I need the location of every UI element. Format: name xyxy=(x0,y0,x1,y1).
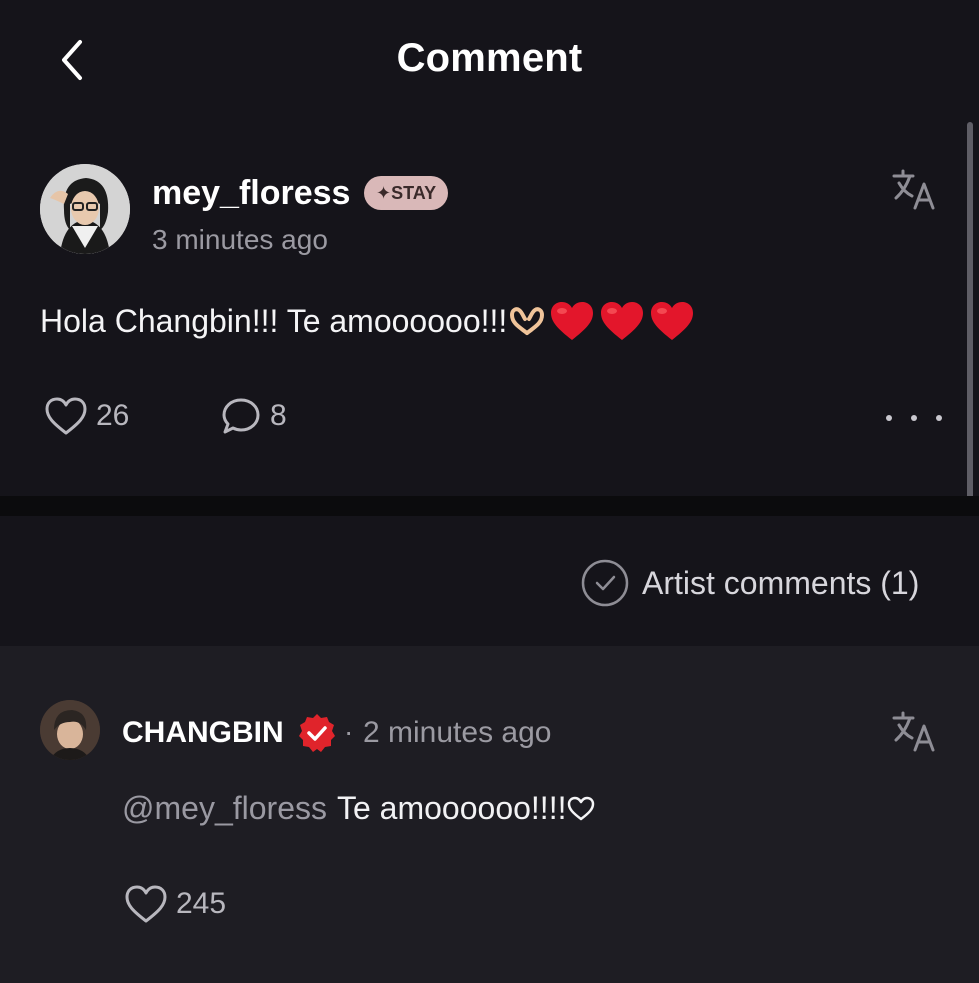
artist-avatar[interactable] xyxy=(40,700,100,760)
check-circle-icon xyxy=(581,559,629,607)
artist-comments-label: Artist comments (1) xyxy=(642,564,920,601)
timestamp: 3 minutes ago xyxy=(152,224,328,255)
avatar[interactable] xyxy=(40,164,130,254)
verified-icon xyxy=(299,714,335,752)
like-count: 26 xyxy=(96,399,130,432)
translate-icon xyxy=(892,169,935,210)
comment-icon xyxy=(222,398,260,434)
fan-badge: ✦STAY xyxy=(364,176,449,210)
heart-icon xyxy=(45,397,87,435)
white-heart-emoji xyxy=(568,796,595,820)
translate-icon xyxy=(892,711,935,752)
red-heart-emoji xyxy=(651,302,694,340)
comment-text: Hola Changbin!!! Te amoooooo!!! xyxy=(40,300,695,342)
heart-icon xyxy=(125,885,167,923)
heart-hands-emoji xyxy=(510,307,545,335)
username[interactable]: mey_floress xyxy=(152,174,350,213)
mention-link[interactable]: @mey_floress xyxy=(122,790,327,827)
filter-row: Artist comments (1) xyxy=(0,516,979,646)
reply-text-content: Te amoooooo!!!! xyxy=(336,790,567,826)
reply-timestamp: 2 minutes ago xyxy=(363,716,552,749)
comment-text-content: Hola Changbin!!! Te amoooooo!!! xyxy=(40,302,508,339)
like-button[interactable]: 26 xyxy=(44,396,129,436)
like-button[interactable]: 245 xyxy=(124,884,226,924)
artist-name[interactable]: CHANGBIN xyxy=(122,716,284,750)
header: Comment xyxy=(0,0,979,120)
artist-avatar-photo xyxy=(40,700,100,760)
red-heart-emoji xyxy=(601,302,644,340)
page-title: Comment xyxy=(396,36,583,80)
separator: · xyxy=(344,716,354,747)
reply-button[interactable]: 8 xyxy=(220,396,287,436)
reply-count: 8 xyxy=(270,399,287,432)
comment-post: mey_floress ✦STAY 3 minutes ago Hola Cha… xyxy=(0,140,979,495)
avatar-photo xyxy=(40,164,130,254)
translate-button[interactable] xyxy=(890,708,938,756)
red-heart-emoji xyxy=(551,302,594,340)
more-options-button[interactable] xyxy=(886,398,942,438)
reply-text: @mey_floress Te amoooooo!!!! xyxy=(122,790,595,827)
section-divider xyxy=(0,496,979,516)
like-count: 245 xyxy=(176,887,227,920)
artist-comments-filter[interactable]: Artist comments (1) xyxy=(580,558,919,608)
more-icon xyxy=(886,415,892,421)
artist-reply: CHANGBIN · 2 minutes ago @mey_floress Te… xyxy=(0,646,979,983)
translate-button[interactable] xyxy=(890,166,938,214)
